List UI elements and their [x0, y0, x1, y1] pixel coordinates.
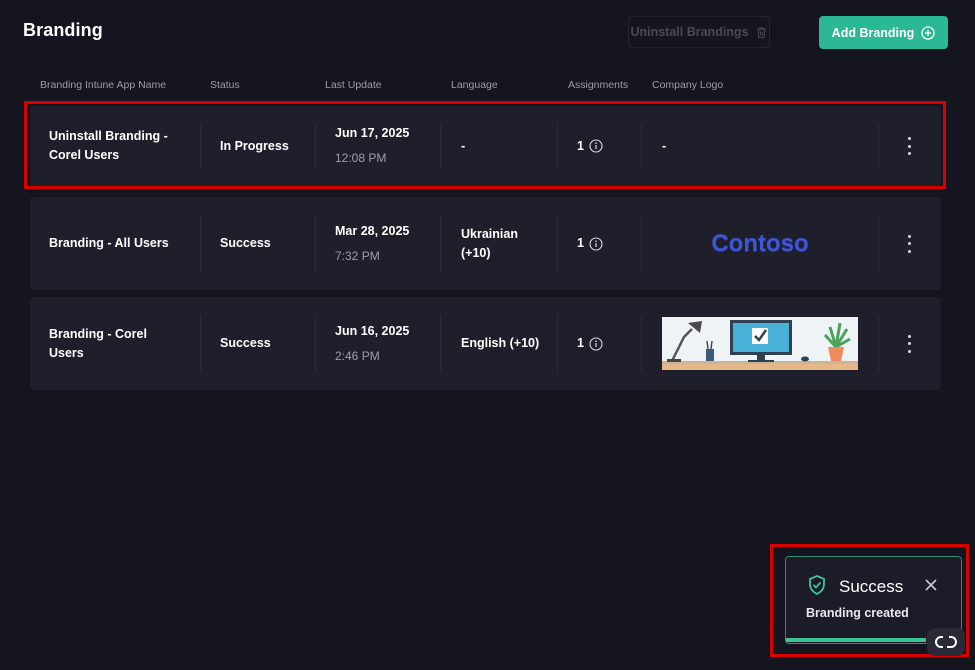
column-header-name[interactable]: Branding Intune App Name: [40, 79, 166, 91]
last-update-cell: Jun 16, 2025 2:46 PM: [335, 297, 409, 390]
column-header-company-logo[interactable]: Company Logo: [652, 79, 723, 91]
add-branding-label: Add Branding: [831, 25, 915, 40]
column-header-language[interactable]: Language: [451, 79, 498, 91]
close-icon[interactable]: [924, 578, 938, 592]
column-header-assignments[interactable]: Assignments: [568, 79, 628, 91]
company-logo-cell: [662, 297, 858, 390]
company-logo-cell: Contoso: [662, 197, 858, 290]
shield-check-icon: [809, 575, 825, 595]
trash-icon: [756, 26, 766, 38]
assignments-count: 1: [577, 336, 584, 350]
language-cell: Ukrainian (+10): [461, 197, 518, 290]
info-icon[interactable]: [589, 336, 603, 351]
last-update-time: 7:32 PM: [335, 248, 380, 263]
info-icon[interactable]: [589, 236, 603, 251]
last-update-date: Jun 16, 2025: [335, 323, 410, 338]
assignments-cell: 1: [577, 197, 603, 290]
add-branding-button[interactable]: Add Branding: [819, 16, 948, 49]
last-update-date: Mar 28, 2025: [335, 223, 410, 238]
branding-name-line1: Branding - All Users: [49, 236, 169, 250]
toast-title: Success: [839, 577, 904, 596]
plus-circle-icon: [921, 25, 935, 40]
last-update-cell: Mar 28, 2025 7:32 PM: [335, 197, 409, 290]
row-actions-menu-icon[interactable]: [899, 233, 919, 255]
language-line2: (+10): [461, 245, 491, 260]
highlight-frame: [24, 101, 946, 189]
branding-name-line1: Branding - Corel: [49, 326, 147, 341]
branding-name-line2: Users: [49, 345, 84, 360]
company-logo-text: Contoso: [711, 230, 809, 257]
page-title: Branding: [23, 20, 103, 40]
uninstall-brandings-button[interactable]: Uninstall Brandings: [628, 16, 770, 48]
column-header-last-update[interactable]: Last Update: [325, 79, 382, 91]
assignments-count: 1: [577, 236, 584, 250]
toast-progress-bar: [786, 638, 926, 642]
status-cell: Success: [220, 336, 271, 350]
language-line1: Ukrainian: [461, 226, 518, 241]
assignments-cell: 1: [577, 297, 603, 390]
table-row[interactable]: Branding - All Users Success Mar 28, 202…: [30, 197, 941, 290]
branding-name-cell: Branding - All Users: [49, 197, 209, 290]
status-cell: Success: [220, 236, 271, 250]
branding-name-cell: Branding - Corel Users: [49, 297, 209, 390]
toast-message: Branding created: [806, 606, 909, 620]
last-update-time: 2:46 PM: [335, 348, 380, 363]
uninstall-brandings-label: Uninstall Brandings: [630, 25, 749, 39]
column-header-status[interactable]: Status: [210, 79, 240, 91]
language-line1: English (+10): [461, 336, 540, 350]
table-row[interactable]: Branding - Corel Users Success Jun 16, 2…: [30, 297, 941, 390]
copilot-button[interactable]: [927, 628, 965, 656]
row-actions-menu-icon[interactable]: [899, 333, 919, 355]
chat-link-icon: [935, 636, 957, 648]
language-cell: English (+10): [461, 297, 539, 390]
desk-illustration-logo: [662, 317, 858, 370]
